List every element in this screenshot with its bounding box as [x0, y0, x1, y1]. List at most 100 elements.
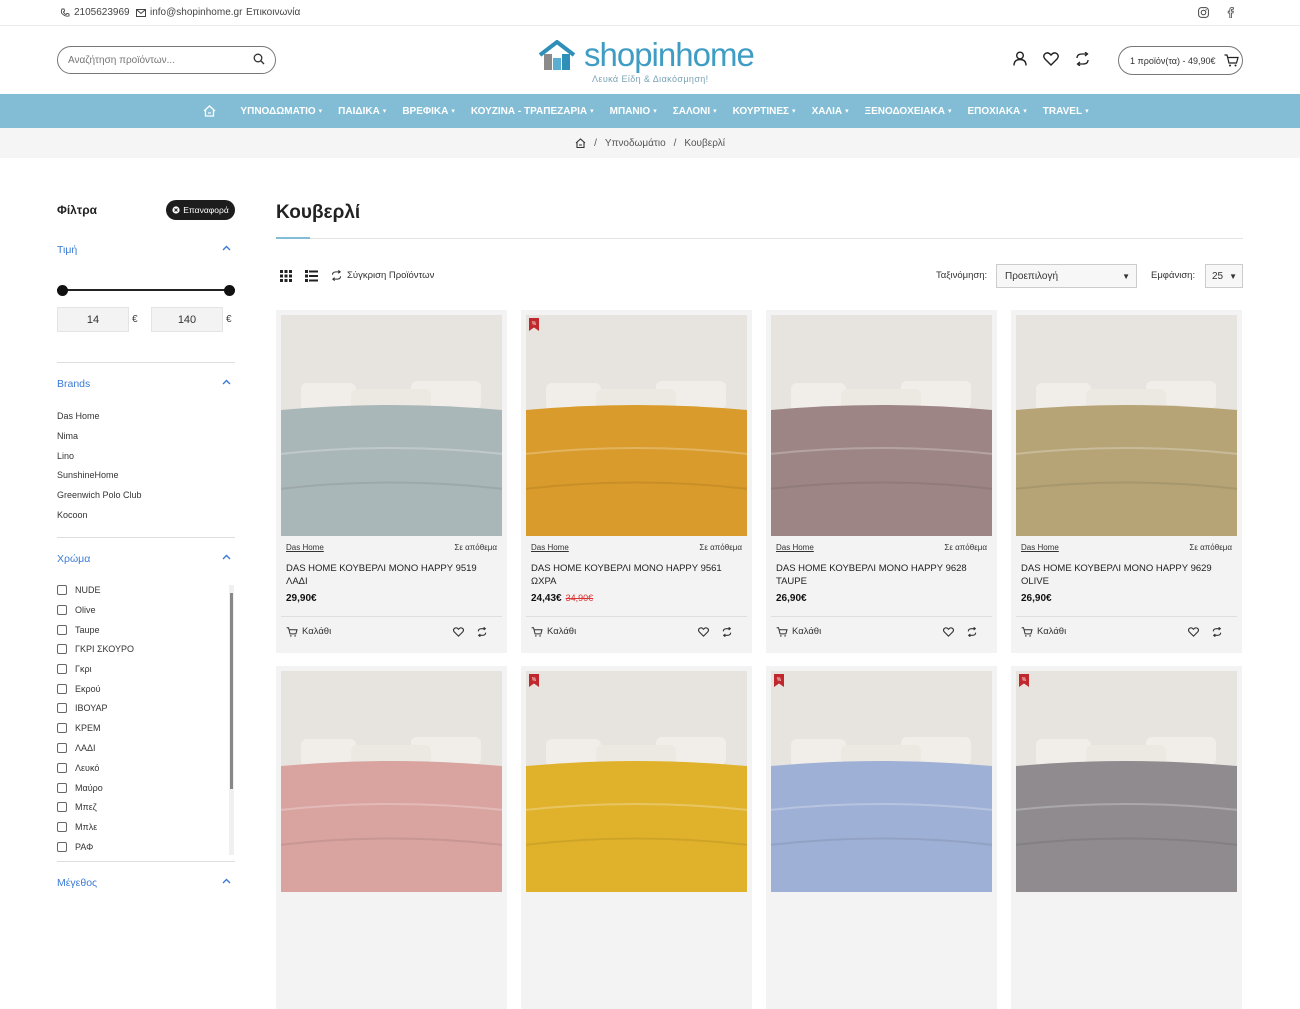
wishlist-icon[interactable]	[1043, 52, 1059, 66]
color-option[interactable]: NUDE	[57, 585, 101, 595]
product-image[interactable]	[1016, 671, 1237, 892]
nav-home-icon[interactable]	[203, 105, 216, 117]
wishlist-icon[interactable]	[943, 627, 954, 637]
compare-icon[interactable]	[1212, 627, 1222, 637]
scrollbar-thumb[interactable]	[230, 593, 233, 789]
nav-item-halia[interactable]: ΧΑΛΙΑ ▾	[804, 106, 857, 117]
product-image[interactable]	[771, 671, 992, 892]
reset-filters-button[interactable]: Επαναφορά	[166, 200, 235, 220]
nav-item-saloni[interactable]: ΣΑΛΟΝΙ ▾	[665, 106, 725, 117]
product-image[interactable]	[526, 315, 747, 536]
product-image[interactable]	[771, 315, 992, 536]
color-option[interactable]: Μαύρο	[57, 783, 103, 793]
brand-option[interactable]: Greenwich Polo Club	[57, 490, 142, 500]
checkbox[interactable]	[57, 605, 67, 615]
checkbox[interactable]	[57, 703, 67, 713]
color-filter-header[interactable]: Χρώμα	[57, 553, 235, 565]
brand-option[interactable]: SunshineHome	[57, 470, 119, 480]
cart-button[interactable]: 1 προϊόν(τα) - 49,90€	[1118, 46, 1243, 75]
grid-view-icon[interactable]	[280, 270, 292, 282]
product-brand[interactable]: Das Home	[286, 543, 324, 552]
brands-filter-header[interactable]: Brands	[57, 378, 235, 390]
add-to-cart-button[interactable]: Καλάθι	[1021, 626, 1066, 637]
search-input[interactable]	[57, 46, 276, 74]
color-option[interactable]: ΙΒΟΥΑΡ	[57, 703, 108, 713]
add-to-cart-button[interactable]: Καλάθι	[286, 626, 331, 637]
product-card[interactable]: Das Home Σε απόθεμα DAS HOME ΚΟΥΒΕΡΛΙ ΜΟΝΟ…	[1011, 310, 1242, 653]
nav-item-kourtines[interactable]: ΚΟΥΡΤΙΝΕΣ ▾	[725, 106, 804, 117]
product-name[interactable]: DAS HOME ΚΟΥΒΕΡΛΙ ΜΟΝΟ HAPPY 9629 OLIVE	[1021, 562, 1226, 588]
color-option[interactable]: Taupe	[57, 625, 100, 635]
checkbox[interactable]	[57, 822, 67, 832]
compare-icon[interactable]	[722, 627, 732, 637]
nav-item-mpanio[interactable]: ΜΠΑΝΙΟ ▾	[602, 106, 665, 117]
price-min-input[interactable]: 14	[57, 307, 129, 332]
product-image[interactable]	[281, 671, 502, 892]
price-min-handle[interactable]	[57, 285, 68, 296]
compare-icon[interactable]	[1075, 52, 1090, 66]
checkbox[interactable]	[57, 802, 67, 812]
list-view-icon[interactable]	[305, 270, 318, 282]
brand-option[interactable]: Das Home	[57, 411, 100, 421]
compare-icon[interactable]	[967, 627, 977, 637]
phone-link[interactable]: 2105623969	[60, 7, 130, 18]
price-max-input[interactable]: 140	[151, 307, 223, 332]
checkbox[interactable]	[57, 684, 67, 694]
color-option[interactable]: Μπεζ	[57, 802, 97, 812]
color-option[interactable]: Λευκό	[57, 763, 99, 773]
checkbox[interactable]	[57, 783, 67, 793]
instagram-icon[interactable]	[1198, 7, 1209, 18]
color-option[interactable]: Olive	[57, 605, 96, 615]
product-name[interactable]: DAS HOME ΚΟΥΒΕΡΛΙ ΜΟΝΟ HAPPY 9519 ΛΑΔΙ	[286, 562, 491, 588]
wishlist-icon[interactable]	[453, 627, 464, 637]
product-card[interactable]	[276, 666, 507, 1009]
nav-item-xenodoxeiaka[interactable]: ΞΕΝΟΔΟΧΕΙΑΚΑ ▾	[857, 106, 960, 117]
checkbox[interactable]	[57, 644, 67, 654]
add-to-cart-button[interactable]: Καλάθι	[776, 626, 821, 637]
checkbox[interactable]	[57, 723, 67, 733]
product-card[interactable]: Das Home Σε απόθεμα DAS HOME ΚΟΥΒΕΡΛΙ ΜΟΝΟ…	[766, 310, 997, 653]
compare-products-link[interactable]: Σύγκριση Προϊόντων	[331, 270, 434, 281]
color-option[interactable]: ΡΑΦ	[57, 842, 93, 852]
nav-item-epoxiaka[interactable]: ΕΠΟΧΙΑΚΑ ▾	[959, 106, 1034, 117]
per-page-select[interactable]: 25 ▼	[1205, 264, 1243, 288]
color-option[interactable]: Μπλε	[57, 822, 97, 832]
account-icon[interactable]	[1013, 51, 1027, 66]
product-name[interactable]: DAS HOME ΚΟΥΒΕΡΛΙ ΜΟΝΟ HAPPY 9628 TAUPE	[776, 562, 981, 588]
product-brand[interactable]: Das Home	[1021, 543, 1059, 552]
wishlist-icon[interactable]	[1188, 627, 1199, 637]
price-filter-header[interactable]: Τιμή	[57, 244, 235, 256]
color-option[interactable]: ΚΡΕΜ	[57, 723, 101, 733]
price-max-handle[interactable]	[224, 285, 235, 296]
product-card[interactable]: Das Home Σε απόθεμα DAS HOME ΚΟΥΒΕΡΛΙ ΜΟΝΟ…	[276, 310, 507, 653]
brand-option[interactable]: Nima	[57, 431, 78, 441]
color-option[interactable]: ΛΑΔΙ	[57, 743, 96, 753]
product-card[interactable]: %	[766, 666, 997, 1009]
product-card[interactable]: %	[1011, 666, 1242, 1009]
color-option[interactable]: Γκρι	[57, 664, 92, 674]
checkbox[interactable]	[57, 585, 67, 595]
product-brand[interactable]: Das Home	[776, 543, 814, 552]
checkbox[interactable]	[57, 842, 67, 852]
nav-item-travel[interactable]: TRAVEL ▾	[1035, 106, 1097, 117]
compare-icon[interactable]	[477, 627, 487, 637]
nav-item-kouzina[interactable]: ΚΟΥΖΙΝΑ - ΤΡΑΠΕΖΑΡΙΑ ▾	[463, 106, 602, 117]
brand-option[interactable]: Kocoon	[57, 510, 88, 520]
checkbox[interactable]	[57, 625, 67, 635]
checkbox[interactable]	[57, 664, 67, 674]
checkbox[interactable]	[57, 763, 67, 773]
breadcrumb-category[interactable]: Υπνοδωμάτιο	[605, 138, 666, 149]
product-image[interactable]	[281, 315, 502, 536]
product-card[interactable]: %	[521, 666, 752, 1009]
breadcrumb-home-icon[interactable]	[575, 138, 586, 148]
product-image[interactable]	[1016, 315, 1237, 536]
nav-item-ypnodomatio[interactable]: ΥΠΝΟΔΩΜΑΤΙΟ ▾	[232, 106, 330, 117]
sort-select[interactable]: Προεπιλογή ▼	[996, 264, 1137, 288]
search-icon[interactable]	[253, 53, 265, 65]
product-card[interactable]: % Das Home Σε απόθεμα DAS HOME ΚΟΥΒΕΡΛΙ ΜΟΝ…	[521, 310, 752, 653]
color-option[interactable]: ΓΚΡΙ ΣΚΟΥΡΟ	[57, 644, 134, 654]
color-option[interactable]: Εκρού	[57, 684, 101, 694]
contact-link[interactable]: Επικοινωνία	[246, 7, 300, 18]
product-name[interactable]: DAS HOME ΚΟΥΒΕΡΛΙ ΜΟΝΟ HAPPY 9561 ΩΧΡΑ	[531, 562, 736, 588]
size-filter-header[interactable]: Μέγεθος	[57, 877, 235, 889]
